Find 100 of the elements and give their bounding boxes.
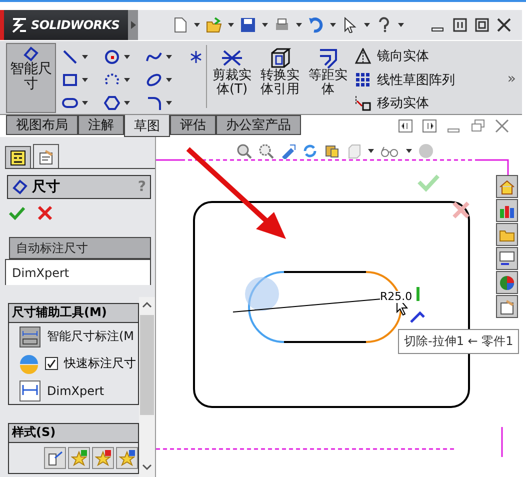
- caret-icon[interactable]: [124, 78, 130, 82]
- check-icon[interactable]: [9, 205, 25, 221]
- properties-icon[interactable]: [496, 295, 518, 318]
- command-button[interactable]: 转换实体引用: [257, 43, 303, 114]
- print-icon[interactable]: [274, 17, 290, 33]
- axis-icon: [410, 287, 426, 324]
- more-button[interactable]: »: [507, 70, 522, 86]
- undo-icon[interactable]: [308, 17, 324, 33]
- caret-icon[interactable]: [368, 149, 374, 153]
- ribbon-tab[interactable]: 注解: [78, 115, 124, 135]
- caret-icon[interactable]: [166, 78, 172, 82]
- command-button[interactable]: 等距实体: [305, 43, 351, 114]
- section-view-icon[interactable]: [324, 143, 340, 159]
- logo-icon: [10, 16, 28, 34]
- star-icon: [95, 450, 111, 466]
- maximize-icon[interactable]: [474, 17, 490, 33]
- caret-icon[interactable]: [406, 149, 412, 153]
- ribbon-tab[interactable]: 评估: [170, 115, 216, 135]
- sketch-rectangle[interactable]: [193, 201, 470, 408]
- help-icon[interactable]: [376, 17, 392, 33]
- command-button[interactable]: 剪裁实体(T): [209, 43, 255, 114]
- mirror-icon: [355, 48, 371, 64]
- caret-icon[interactable]: [194, 23, 200, 27]
- home-icon[interactable]: [496, 175, 518, 198]
- star-icon: [71, 450, 87, 466]
- center-marker: [245, 277, 279, 311]
- caret-icon[interactable]: [82, 100, 88, 104]
- apply-style-button[interactable]: [44, 447, 66, 469]
- checkbox[interactable]: [45, 357, 58, 370]
- caret-icon[interactable]: [228, 23, 234, 27]
- caret-icon[interactable]: [166, 100, 172, 104]
- caret-icon[interactable]: [296, 23, 302, 27]
- style-button[interactable]: [116, 447, 138, 469]
- zoom-area-icon[interactable]: [258, 143, 274, 159]
- dimension-icon: [23, 46, 39, 62]
- smart-dimension-button[interactable]: 智能尺寸: [6, 43, 56, 113]
- caret-icon[interactable]: [124, 100, 130, 104]
- command-button[interactable]: 移动实体: [355, 92, 508, 114]
- hexagon-icon[interactable]: [104, 94, 120, 110]
- close-icon[interactable]: [452, 201, 470, 219]
- property-tab[interactable]: [33, 144, 59, 168]
- split-right-icon[interactable]: [422, 118, 438, 134]
- folder-icon[interactable]: [496, 223, 518, 246]
- restore-icon[interactable]: [470, 118, 486, 134]
- feature-tree-tab[interactable]: [5, 146, 31, 168]
- split-left-icon[interactable]: [398, 118, 414, 134]
- arc-icon[interactable]: [104, 72, 120, 88]
- caret-icon[interactable]: [330, 23, 336, 27]
- apply-style-icon: [47, 450, 63, 466]
- style-button[interactable]: [92, 447, 114, 469]
- library-icon[interactable]: [496, 199, 518, 222]
- fillet-icon[interactable]: [146, 94, 162, 110]
- caret-icon[interactable]: [82, 78, 88, 82]
- view-palette-icon[interactable]: [496, 247, 518, 270]
- tree-icon: [10, 150, 26, 166]
- dimxpert-icon: [19, 380, 41, 402]
- tool-button[interactable]: 智能尺寸标注(M: [19, 326, 134, 348]
- close-icon[interactable]: [496, 17, 512, 33]
- caret-icon[interactable]: [398, 23, 404, 27]
- dimension-tool-icon: [19, 326, 41, 348]
- line-icon[interactable]: [62, 48, 78, 64]
- cursor-icon[interactable]: [342, 17, 358, 33]
- section-header: 尺寸辅助工具(M): [9, 304, 138, 323]
- caret-icon[interactable]: [82, 54, 88, 58]
- dimension-label[interactable]: R25.0: [380, 291, 412, 303]
- move-icon: [355, 95, 371, 112]
- rectangle-icon[interactable]: [62, 72, 78, 88]
- panel-header: 尺寸 ?: [7, 175, 151, 199]
- expand-button[interactable]: [128, 10, 138, 40]
- half-circle-icon: [19, 354, 39, 374]
- asterisk-icon[interactable]: [188, 48, 204, 64]
- rotate-icon[interactable]: [302, 143, 318, 159]
- circle-icon[interactable]: [104, 48, 120, 64]
- clipboard-icon: [38, 148, 54, 164]
- ribbon-tab[interactable]: 办公室产品: [216, 115, 301, 135]
- caret-icon[interactable]: [364, 23, 370, 27]
- tool-button[interactable]: DimXpert: [19, 380, 104, 402]
- view-icon[interactable]: [280, 143, 296, 159]
- scrollbar[interactable]: [139, 297, 155, 477]
- caret-icon[interactable]: [262, 23, 268, 27]
- check-icon[interactable]: [418, 174, 440, 192]
- tooltip: 切除-拉伸1 ← 零件1: [398, 329, 520, 354]
- logo: SOLIDWORKS: [0, 10, 128, 40]
- zoom-icon[interactable]: [236, 143, 252, 159]
- panel-tab[interactable]: DimXpert: [5, 259, 151, 285]
- appearance-icon[interactable]: [496, 271, 518, 294]
- save-icon[interactable]: [240, 17, 256, 33]
- open-folder-icon[interactable]: [206, 17, 222, 33]
- caret-icon[interactable]: [124, 54, 130, 58]
- ribbon-tab[interactable]: 草图: [124, 115, 170, 137]
- ribbon-tab[interactable]: 视图布局: [6, 115, 78, 135]
- caret-icon[interactable]: [166, 54, 172, 58]
- ellipse-icon[interactable]: [146, 72, 162, 88]
- panel-tab[interactable]: 自动标注尺寸: [9, 237, 151, 259]
- new-document-icon[interactable]: [172, 17, 188, 33]
- play-icon: [130, 21, 136, 29]
- command-button[interactable]: 镜向实体: [355, 45, 508, 67]
- command-button[interactable]: 线性草图阵列: [355, 68, 508, 90]
- section-header: 样式(S): [9, 424, 138, 443]
- tile-icon[interactable]: [452, 17, 468, 33]
